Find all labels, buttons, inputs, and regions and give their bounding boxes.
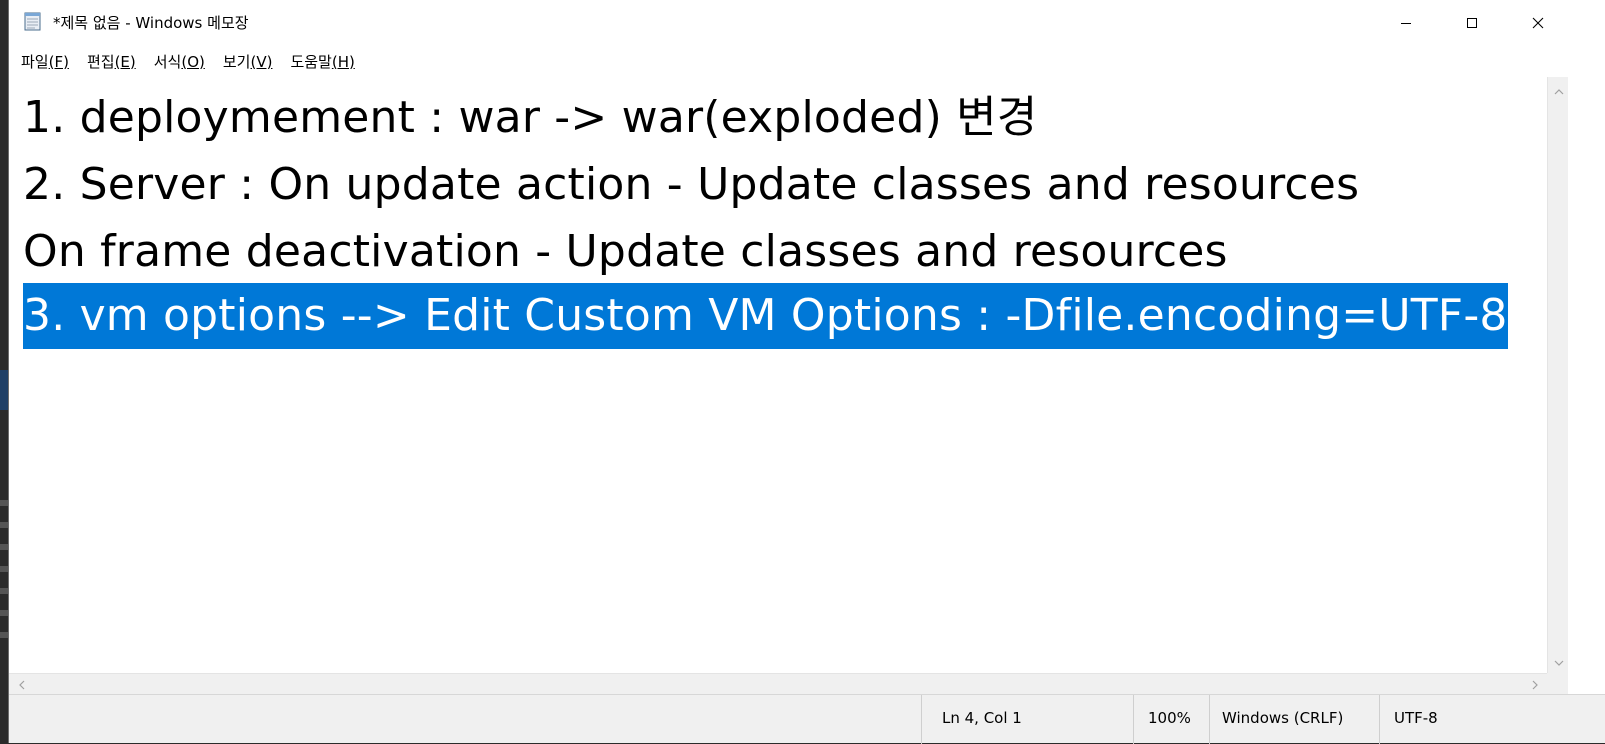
menu-help[interactable]: 도움말(H) [282, 48, 362, 75]
editor-line-3[interactable]: On frame deactivation - Update classes a… [23, 219, 1228, 285]
scroll-up-button[interactable] [1548, 79, 1569, 99]
menu-format-label: 서식 [153, 52, 182, 71]
background-window-edge [0, 370, 8, 410]
menu-view-label: 보기 [222, 52, 251, 71]
notepad-window: *제목 없음 - Windows 메모장 파일(F) 편집(E) 서식(O) 보… [8, 0, 1605, 744]
maximize-button[interactable] [1439, 0, 1505, 46]
menu-file[interactable]: 파일(F) [13, 48, 77, 75]
scroll-right-button[interactable] [1525, 674, 1545, 695]
chevron-right-icon [1532, 675, 1539, 694]
chevron-left-icon [18, 675, 25, 694]
status-line-ending: Windows (CRLF) [1209, 695, 1379, 744]
title-bar[interactable]: *제목 없음 - Windows 메모장 [9, 0, 1605, 46]
chevron-up-icon [1554, 80, 1564, 99]
text-editor[interactable]: 1. deploymement : war -> war(exploded) 변… [9, 77, 1547, 673]
status-bar: Ln 4, Col 1 100% Windows (CRLF) UTF-8 [9, 694, 1605, 744]
menu-view-accelerator: (V) [250, 52, 273, 71]
menu-format[interactable]: 서식(O) [146, 48, 213, 75]
menu-edit-accelerator: (E) [114, 52, 136, 71]
chevron-down-icon [1554, 652, 1564, 671]
menu-format-accelerator: (O) [181, 52, 205, 71]
menu-file-accelerator: (F) [48, 52, 69, 71]
minimize-icon [1400, 14, 1412, 33]
background-window-edge-marks [0, 500, 8, 640]
menu-edit[interactable]: 편집(E) [79, 48, 144, 75]
editor-line-1[interactable]: 1. deploymement : war -> war(exploded) 변… [23, 85, 1038, 151]
scroll-down-button[interactable] [1548, 651, 1569, 671]
window-title: *제목 없음 - Windows 메모장 [53, 14, 249, 32]
minimize-button[interactable] [1373, 0, 1439, 46]
editor-line-2[interactable]: 2. Server : On update action - Update cl… [23, 152, 1359, 218]
menu-file-label: 파일 [21, 52, 49, 71]
scrollbar-corner [1547, 673, 1568, 694]
status-zoom: 100% [1133, 695, 1209, 744]
vertical-scrollbar[interactable] [1547, 77, 1568, 673]
close-icon [1532, 14, 1544, 33]
status-cursor-position: Ln 4, Col 1 [921, 695, 1133, 744]
notepad-icon[interactable] [23, 12, 42, 31]
menu-view[interactable]: 보기(V) [215, 48, 281, 75]
scroll-left-button[interactable] [11, 674, 31, 695]
status-encoding: UTF-8 [1379, 695, 1549, 744]
editor-line-4-selected[interactable]: 3. vm options --> Edit Custom VM Options… [23, 283, 1508, 349]
menu-edit-label: 편집 [86, 52, 115, 71]
maximize-icon [1466, 14, 1478, 33]
menu-bar: 파일(F) 편집(E) 서식(O) 보기(V) 도움말(H) [9, 46, 1605, 76]
menu-help-label: 도움말 [290, 52, 332, 71]
close-button[interactable] [1505, 0, 1571, 46]
horizontal-scrollbar[interactable] [9, 673, 1547, 694]
menu-help-accelerator: (H) [331, 52, 355, 71]
